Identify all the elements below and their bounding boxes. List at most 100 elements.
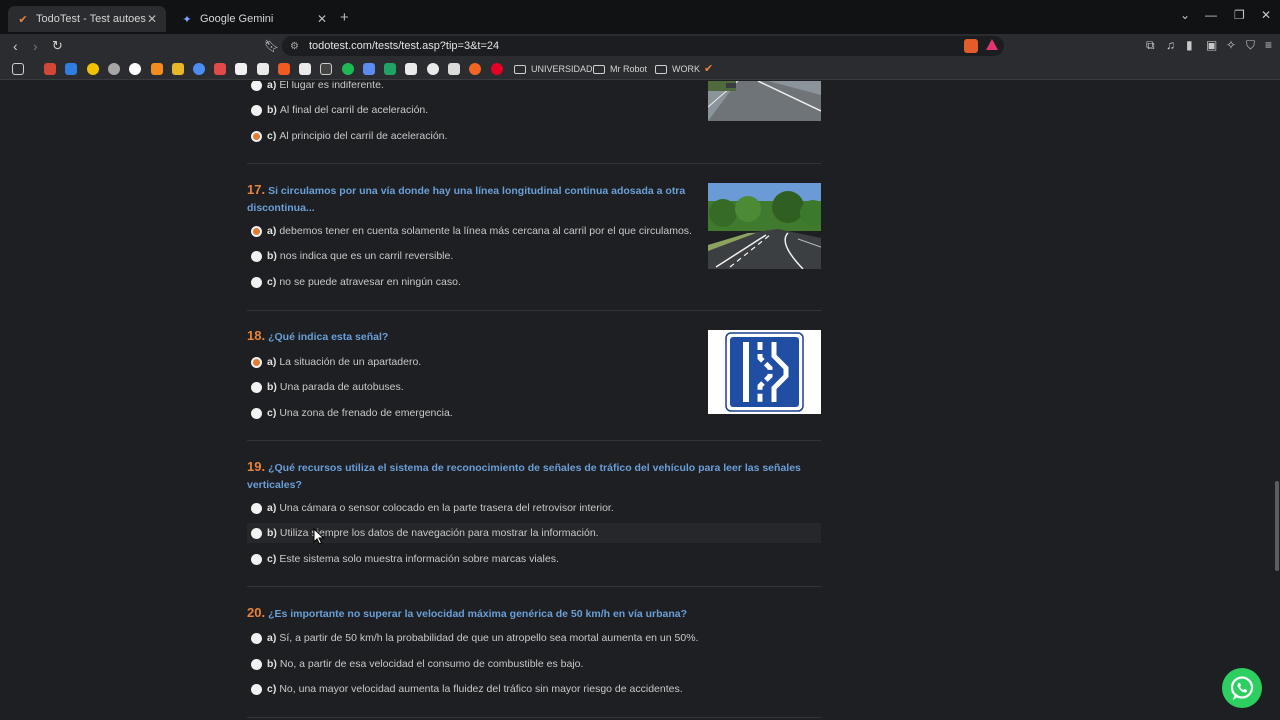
spotify-icon[interactable]: [342, 63, 354, 75]
nav-bar: ‹ › ↻ 🔖︎ ⚙ todotest.com/tests/test.asp?t…: [0, 34, 1280, 58]
reload-button[interactable]: ↻: [52, 38, 63, 54]
option-row[interactable]: c) Al principio del carril de aceleració…: [247, 126, 821, 146]
radio-button[interactable]: [251, 527, 262, 539]
radio-button[interactable]: [251, 81, 262, 91]
option-letter: c): [267, 553, 277, 565]
close-tab-icon[interactable]: ✕: [316, 12, 328, 26]
bookmark-icon[interactable]: [448, 63, 460, 75]
option-letter: c): [267, 407, 277, 419]
option-text: Sí, a partir de 50 km/h la probabilidad …: [279, 632, 699, 644]
bookmark-folder-work[interactable]: WORK: [655, 61, 700, 77]
url-text[interactable]: todotest.com/tests/test.asp?tip=3&t=24: [309, 40, 499, 52]
folder-icon: [655, 64, 667, 74]
bookmark-icon[interactable]: [235, 63, 247, 75]
whatsapp-button[interactable]: [1222, 668, 1262, 708]
option-row[interactable]: b) Utiliza siempre los datos de navegaci…: [247, 523, 821, 543]
radio-button-selected[interactable]: [251, 356, 262, 368]
bookmark-icon[interactable]: [87, 63, 99, 75]
radio-button[interactable]: [251, 502, 262, 514]
close-tab-icon[interactable]: ✕: [146, 12, 158, 26]
option-row[interactable]: c) no se puede atravesar en ningún caso.: [247, 272, 821, 292]
media-icon[interactable]: ♫: [1166, 38, 1175, 52]
bookmark-icon[interactable]: [363, 63, 375, 75]
option-row[interactable]: a) Sí, a partir de 50 km/h la probabilid…: [247, 628, 821, 648]
bookmark-icon[interactable]: [384, 63, 396, 75]
option-letter: a): [267, 356, 277, 368]
bookmark-icon[interactable]: [320, 63, 332, 75]
bookmark-icon[interactable]: 🔖︎: [264, 38, 279, 54]
radio-button[interactable]: [251, 381, 262, 393]
radio-button-selected[interactable]: [251, 130, 262, 142]
menu-icon[interactable]: ≡: [1265, 38, 1272, 52]
brave-rewards-icon[interactable]: [986, 39, 998, 50]
radio-button[interactable]: [251, 250, 262, 262]
bookmark-icon[interactable]: [299, 63, 311, 75]
gemini-favicon-icon: ✦: [182, 13, 192, 26]
folder-label: WORK: [672, 64, 700, 74]
option-text: nos indica que es un carril reversible.: [279, 250, 454, 262]
option-text: no se puede atravesar en ningún caso.: [279, 276, 461, 288]
bookmark-icon[interactable]: [214, 63, 226, 75]
forward-button[interactable]: ›: [33, 38, 38, 54]
back-button[interactable]: ‹: [13, 38, 18, 54]
bookmark-icon[interactable]: [193, 63, 205, 75]
option-row[interactable]: b) No, a partir de esa velocidad el cons…: [247, 654, 821, 674]
address-bar[interactable]: ⚙ todotest.com/tests/test.asp?tip=3&t=24: [282, 36, 1004, 56]
question-text: ¿Es importante no superar la velocidad m…: [268, 608, 688, 620]
site-info-icon[interactable]: ⚙: [290, 41, 299, 52]
bookmark-icon[interactable]: [151, 63, 163, 75]
option-letter: b): [267, 658, 277, 670]
radio-button[interactable]: [251, 553, 262, 565]
leo-ai-icon[interactable]: ✧: [1226, 38, 1236, 52]
tab-gemini[interactable]: ✦ Google Gemini ✕: [172, 6, 336, 32]
tab-todotest[interactable]: ✔ TodoTest - Test autoescuela grat ✕: [8, 6, 166, 32]
bookmark-icon[interactable]: [405, 63, 417, 75]
option-text: La situación de un apartadero.: [279, 356, 422, 368]
pinterest-icon[interactable]: [491, 63, 503, 75]
extensions-icon[interactable]: ⧉: [1146, 38, 1155, 53]
radio-button[interactable]: [251, 104, 262, 116]
radio-button[interactable]: [251, 407, 262, 419]
vpn-shield-icon[interactable]: ⛉: [1246, 38, 1255, 53]
bookmark-icon[interactable]: [65, 63, 77, 75]
radio-button-selected[interactable]: [251, 225, 262, 237]
option-row[interactable]: c) No, una mayor velocidad aumenta la fl…: [247, 679, 821, 699]
restore-button[interactable]: ❐: [1234, 8, 1245, 22]
page-scrollbar[interactable]: [1272, 81, 1280, 720]
radio-button[interactable]: [251, 632, 262, 644]
tab-list-chevron-icon[interactable]: ⌄: [1180, 8, 1190, 22]
bookmark-icon[interactable]: [278, 63, 290, 75]
close-window-button[interactable]: ✕: [1261, 8, 1271, 22]
apps-grid-icon[interactable]: [12, 63, 24, 75]
option-text: No, a partir de esa velocidad el consumo…: [279, 658, 584, 670]
radio-button[interactable]: [251, 683, 262, 695]
bookmark-folder-universidad[interactable]: UNIVERSIDAD: [514, 61, 593, 77]
bookmark-icon[interactable]: [427, 63, 439, 75]
question-number: 19.: [247, 459, 266, 474]
option-text: Este sistema solo muestra información so…: [279, 553, 559, 565]
minimize-button[interactable]: —: [1205, 8, 1217, 22]
bookmark-icon[interactable]: [108, 63, 120, 75]
wallet-icon[interactable]: ▣: [1206, 38, 1217, 52]
option-letter: a): [267, 225, 277, 237]
bookmark-icon[interactable]: [469, 63, 481, 75]
option-text: Al final del carril de aceleración.: [279, 104, 429, 116]
question-title: 17. Si circulamos por una vía donde hay u…: [247, 181, 687, 217]
sidebar-icon[interactable]: ▮: [1186, 38, 1193, 52]
gmail-icon[interactable]: [44, 63, 56, 75]
bookmark-icon[interactable]: [257, 63, 269, 75]
option-row[interactable]: a) Una cámara o sensor colocado en la pa…: [247, 498, 821, 518]
scrollbar-thumb[interactable]: [1275, 481, 1279, 571]
option-letter: a): [267, 502, 277, 514]
brave-shields-icon[interactable]: [964, 39, 978, 53]
bookmark-icon[interactable]: [172, 63, 184, 75]
option-text: Una parada de autobuses.: [279, 381, 404, 393]
radio-button[interactable]: [251, 658, 262, 670]
bookmark-folder-mr-robot[interactable]: Mr Robot: [593, 61, 647, 77]
todotest-bookmark-icon[interactable]: ✔: [704, 62, 716, 75]
new-tab-button[interactable]: +: [340, 9, 349, 26]
google-icon[interactable]: [129, 63, 141, 75]
page-content: a) El lugar es indiferente. b) Al final …: [0, 81, 1280, 720]
radio-button[interactable]: [251, 276, 262, 288]
option-row[interactable]: c) Este sistema solo muestra información…: [247, 549, 821, 569]
